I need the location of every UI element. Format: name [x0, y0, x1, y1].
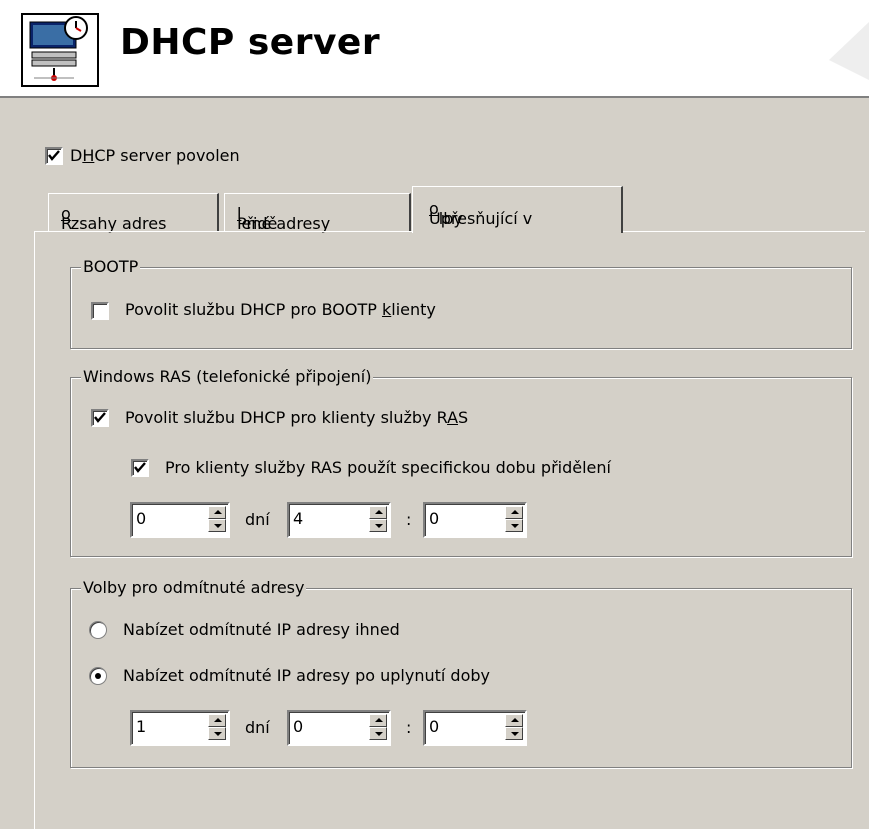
- bootp-checkbox[interactable]: [91, 302, 109, 320]
- ras-specific-lease-label[interactable]: Pro klienty služby RAS použít specificko…: [165, 458, 611, 477]
- checkmark-icon: [134, 462, 146, 473]
- spinner-value: 0: [429, 509, 440, 528]
- spin-up-button[interactable]: [369, 714, 387, 727]
- declined-days-spinner[interactable]: 1: [130, 710, 230, 746]
- spinner-value: 4: [293, 509, 304, 528]
- checkmark-icon: [94, 412, 106, 423]
- tab-label: Ro zsahy adres: [61, 204, 167, 233]
- spinner-value: 0: [429, 717, 440, 736]
- days-label: dní: [245, 510, 270, 529]
- ras-minutes-spinner[interactable]: 0: [423, 502, 527, 538]
- page-title: DHCP server: [120, 22, 381, 63]
- declined-immediately-radio[interactable]: [89, 621, 107, 639]
- group-title: Windows RAS (telefonické připojení): [81, 367, 374, 386]
- ras-days-spinner[interactable]: 0: [130, 502, 230, 538]
- spin-down-button[interactable]: [369, 727, 387, 740]
- ras-specific-lease-checkbox[interactable]: [131, 459, 149, 477]
- declined-minutes-spinner[interactable]: 0: [423, 710, 527, 746]
- spin-down-button[interactable]: [208, 727, 226, 740]
- ras-enable-label[interactable]: Povolit službu DHCP pro klienty služby R…: [125, 408, 468, 427]
- ras-enable-checkbox[interactable]: [91, 409, 109, 427]
- bootp-label[interactable]: Povolit službu DHCP pro BOOTP klienty: [125, 300, 436, 319]
- declined-hours-spinner[interactable]: 0: [287, 710, 391, 746]
- spin-down-button[interactable]: [369, 519, 387, 532]
- spin-down-button[interactable]: [505, 519, 523, 532]
- checkmark-icon: [48, 150, 60, 161]
- spin-up-button[interactable]: [505, 506, 523, 519]
- tab-label: Přidě l ené adresy: [237, 204, 331, 233]
- group-title: BOOTP: [81, 257, 141, 276]
- header-banner: DHCP server: [0, 0, 869, 98]
- spinner-value: 0: [136, 509, 147, 528]
- spin-down-button[interactable]: [208, 519, 226, 532]
- ras-hours-spinner[interactable]: 4: [287, 502, 391, 538]
- declined-immediately-label[interactable]: Nabízet odmítnuté IP adresy ihned: [123, 620, 400, 639]
- dhcp-enable-checkbox[interactable]: [45, 147, 63, 165]
- time-separator: :: [406, 510, 412, 529]
- tab-label: Upřesňující v o lby: [429, 199, 533, 228]
- tab-address-ranges[interactable]: Ro zsahy adres: [48, 193, 219, 233]
- spin-down-button[interactable]: [505, 727, 523, 740]
- watermark-icon: [829, 22, 869, 80]
- dhcp-server-icon: [20, 12, 100, 88]
- radio-dot: [95, 673, 101, 679]
- group-title: Volby pro odmítnuté adresy: [81, 578, 307, 597]
- spin-up-button[interactable]: [208, 506, 226, 519]
- declined-after-time-label[interactable]: Nabízet odmítnuté IP adresy po uplynutí …: [123, 666, 490, 685]
- days-label: dní: [245, 718, 270, 737]
- spin-up-button[interactable]: [208, 714, 226, 727]
- spin-up-button[interactable]: [369, 506, 387, 519]
- tab-leased-addresses[interactable]: Přidě l ené adresy: [224, 193, 411, 233]
- dhcp-enable-label[interactable]: DHCP server povolen: [70, 146, 240, 165]
- spin-up-button[interactable]: [505, 714, 523, 727]
- declined-after-time-radio[interactable]: [89, 667, 107, 685]
- spinner-value: 1: [136, 717, 147, 736]
- tab-advanced-options[interactable]: Upřesňující v o lby: [412, 186, 623, 233]
- spinner-value: 0: [293, 717, 304, 736]
- time-separator: :: [406, 718, 412, 737]
